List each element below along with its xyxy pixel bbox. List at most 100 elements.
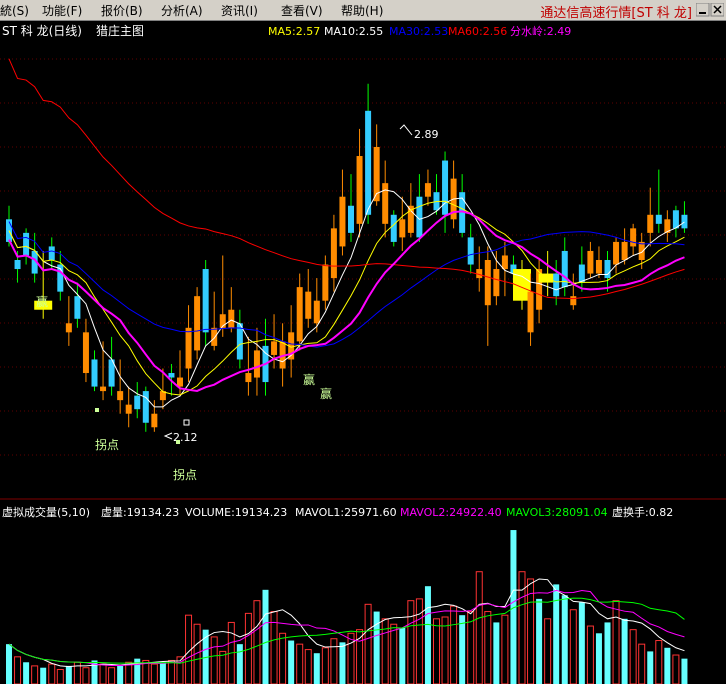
candle-body xyxy=(305,291,312,319)
win-label-3: 赢 xyxy=(320,386,332,401)
candle-body xyxy=(48,246,55,260)
mavol3-label: MAVOL3:28091.04 xyxy=(506,506,608,519)
menu-analysis[interactable]: 分析(A) xyxy=(161,2,203,19)
menu-info[interactable]: 资讯(I) xyxy=(221,2,258,19)
signal-dot-2 xyxy=(176,440,180,444)
volume-title: 虚拟成交量(5,10) xyxy=(2,505,90,519)
volume-bar xyxy=(424,586,431,684)
volume-bar xyxy=(6,644,12,684)
candle-body xyxy=(595,260,602,274)
candle-body xyxy=(587,250,594,274)
volume-bar xyxy=(595,633,602,684)
candle-body xyxy=(322,264,329,301)
mavol1-label: MAVOL1:25971.60 xyxy=(295,506,397,519)
candle-body xyxy=(613,241,620,265)
menu-help[interactable]: 帮助(H) xyxy=(341,2,383,19)
volume-bar xyxy=(493,622,500,684)
stock-title: ST 科 龙(日线) xyxy=(2,24,82,38)
fenshuiling-label: 分水岭:2.49 xyxy=(510,24,571,38)
volume-bar xyxy=(459,615,466,684)
candle-body xyxy=(211,327,218,346)
volume-bar xyxy=(65,665,72,684)
candle-body xyxy=(553,273,560,297)
ma60-label: MA60:2.56 xyxy=(448,25,507,38)
candle-body xyxy=(313,300,320,324)
candle-body xyxy=(23,232,30,256)
candle-body xyxy=(484,260,491,306)
menu-system[interactable]: 統(S) xyxy=(0,2,29,19)
turning-point-label-1: 拐点 xyxy=(95,437,119,452)
candle-body xyxy=(390,214,397,242)
candle-body xyxy=(442,160,449,215)
volume-bar xyxy=(647,651,654,684)
volume-bar xyxy=(604,622,611,684)
candle-body xyxy=(82,332,89,374)
candle-body xyxy=(65,323,72,333)
app-title: 通达信高速行情[ST 科 龙] xyxy=(540,6,692,21)
volume-bar xyxy=(40,667,47,684)
candle-body xyxy=(501,255,508,270)
candle-body xyxy=(117,391,124,401)
candle-body xyxy=(647,214,654,233)
candle-body xyxy=(330,228,337,279)
menu-quote[interactable]: 报价(B) xyxy=(101,2,143,19)
candle-body xyxy=(168,373,175,378)
candle-body xyxy=(467,237,474,265)
candle-body xyxy=(125,404,132,414)
volume-bar xyxy=(117,665,124,684)
volume-label: VOLUME:19134.23 xyxy=(185,506,287,519)
candle-body xyxy=(100,386,107,392)
candle-body xyxy=(91,359,98,387)
volume-bar xyxy=(664,647,671,684)
candle-body xyxy=(681,214,688,229)
candle-body xyxy=(185,327,192,369)
candle-body xyxy=(202,269,209,333)
ma5-label: MA5:2.57 xyxy=(268,25,320,38)
volume-bar xyxy=(23,662,30,684)
chart-area: ST 科 龙(日线) 猎庄主图 MA5:2.57 MA10:2.55 MA30:… xyxy=(0,21,726,684)
volume-bar xyxy=(621,618,628,684)
candle-body xyxy=(74,296,81,319)
candle-body xyxy=(339,196,346,247)
volume-bar xyxy=(399,627,406,684)
ma30-label: MA30:2.53 xyxy=(389,25,448,38)
volume-bar xyxy=(373,611,380,684)
turning-point-label-2: 拐点 xyxy=(173,467,197,482)
menu-function[interactable]: 功能(F) xyxy=(42,2,82,19)
menu-view[interactable]: 查看(V) xyxy=(281,2,323,19)
candle-body xyxy=(424,183,431,197)
candle-body xyxy=(271,341,278,355)
volume-bar xyxy=(159,662,166,684)
volume-bar xyxy=(561,595,568,684)
candle-body xyxy=(604,260,611,279)
candle-body xyxy=(578,264,585,283)
signal-dot-1 xyxy=(95,408,99,412)
win-label-1: 赢 xyxy=(36,294,48,309)
candle-body xyxy=(630,228,637,247)
candle-body xyxy=(493,269,500,297)
candle-body xyxy=(638,241,645,260)
candle-body xyxy=(356,156,363,224)
candle-body xyxy=(134,395,141,410)
candle-body xyxy=(253,350,260,378)
candle-body xyxy=(672,210,679,229)
menu-bar: 統(S) 功能(F) 报价(B) 分析(A) 资讯(I) 查看(V) 帮助(H)… xyxy=(0,0,726,21)
candle-body xyxy=(621,241,628,260)
volume-bar xyxy=(262,589,269,684)
candle-body xyxy=(142,391,149,423)
candle-body xyxy=(527,291,534,333)
main-indicator-name: 猎庄主图 xyxy=(96,23,144,38)
candle-body xyxy=(348,205,354,233)
volume-bar xyxy=(681,658,688,684)
ma10-label: MA10:2.55 xyxy=(324,25,383,38)
mavol2-label: MAVOL2:24922.40 xyxy=(400,506,502,519)
candle-body xyxy=(365,110,372,215)
volume-bar xyxy=(578,602,585,684)
candle-body xyxy=(296,287,303,342)
candle-body xyxy=(14,260,21,270)
candle-body xyxy=(655,214,662,224)
window-controls[interactable] xyxy=(696,3,724,17)
volume-bar xyxy=(536,598,543,684)
candle-body xyxy=(399,219,406,238)
win-label-2: 赢 xyxy=(303,372,315,387)
